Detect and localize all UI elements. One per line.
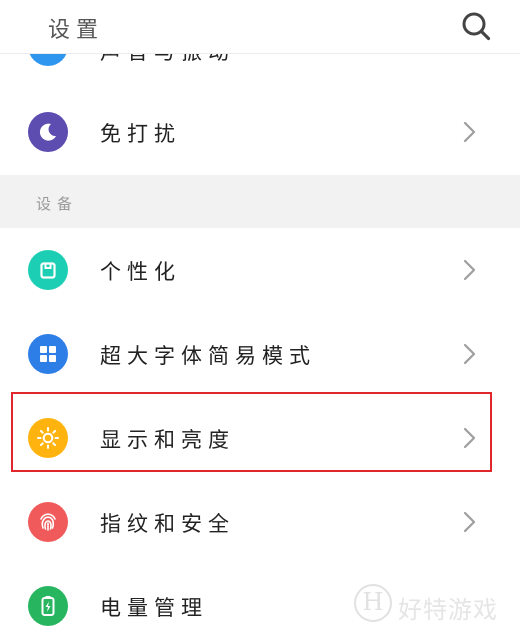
section-header-device: 设备 — [0, 175, 520, 228]
list-item-fingerprint-security[interactable]: 指纹和安全 — [0, 480, 520, 564]
chevron-right-icon — [463, 511, 476, 533]
watermark-logo: H — [354, 584, 392, 622]
app-header: 设置 — [0, 0, 520, 54]
list-item-personalization[interactable]: 个性化 — [0, 228, 520, 312]
list-item-partial[interactable]: 声音与振动 — [0, 54, 520, 66]
chevron-right-icon — [463, 427, 476, 449]
grid-icon — [28, 334, 68, 374]
list-item-label: 超大字体简易模式 — [100, 344, 316, 368]
page-title: 设置 — [48, 18, 105, 43]
chevron-right-icon — [463, 259, 476, 281]
watermark: H 好特游戏 — [354, 580, 516, 628]
list-item-label: 声音与振动 — [100, 54, 235, 66]
moon-icon — [28, 112, 68, 152]
battery-icon — [28, 586, 68, 626]
sun-icon — [28, 418, 68, 458]
list-item-do-not-disturb[interactable]: 免打扰 — [0, 90, 520, 174]
list-item-label: 显示和亮度 — [100, 428, 235, 452]
settings-list: 声音与振动 免打扰 设备 个性化 超大字体简易模式 显示和亮度 — [0, 0, 520, 635]
list-item-display-brightness[interactable]: 显示和亮度 — [0, 396, 520, 480]
chevron-right-icon — [463, 343, 476, 365]
watermark-text: 好特游戏 — [398, 596, 498, 624]
list-item-label: 免打扰 — [100, 122, 181, 146]
theme-icon — [28, 250, 68, 290]
chevron-right-icon — [463, 121, 476, 143]
list-item-large-font-mode[interactable]: 超大字体简易模式 — [0, 312, 520, 396]
search-icon[interactable] — [458, 8, 494, 44]
list-item-label: 个性化 — [100, 260, 181, 284]
sound-icon — [28, 54, 68, 66]
list-item-label: 指纹和安全 — [100, 512, 235, 536]
section-title: 设备 — [36, 195, 79, 213]
list-item-label: 电量管理 — [100, 596, 208, 620]
fingerprint-icon — [28, 502, 68, 542]
